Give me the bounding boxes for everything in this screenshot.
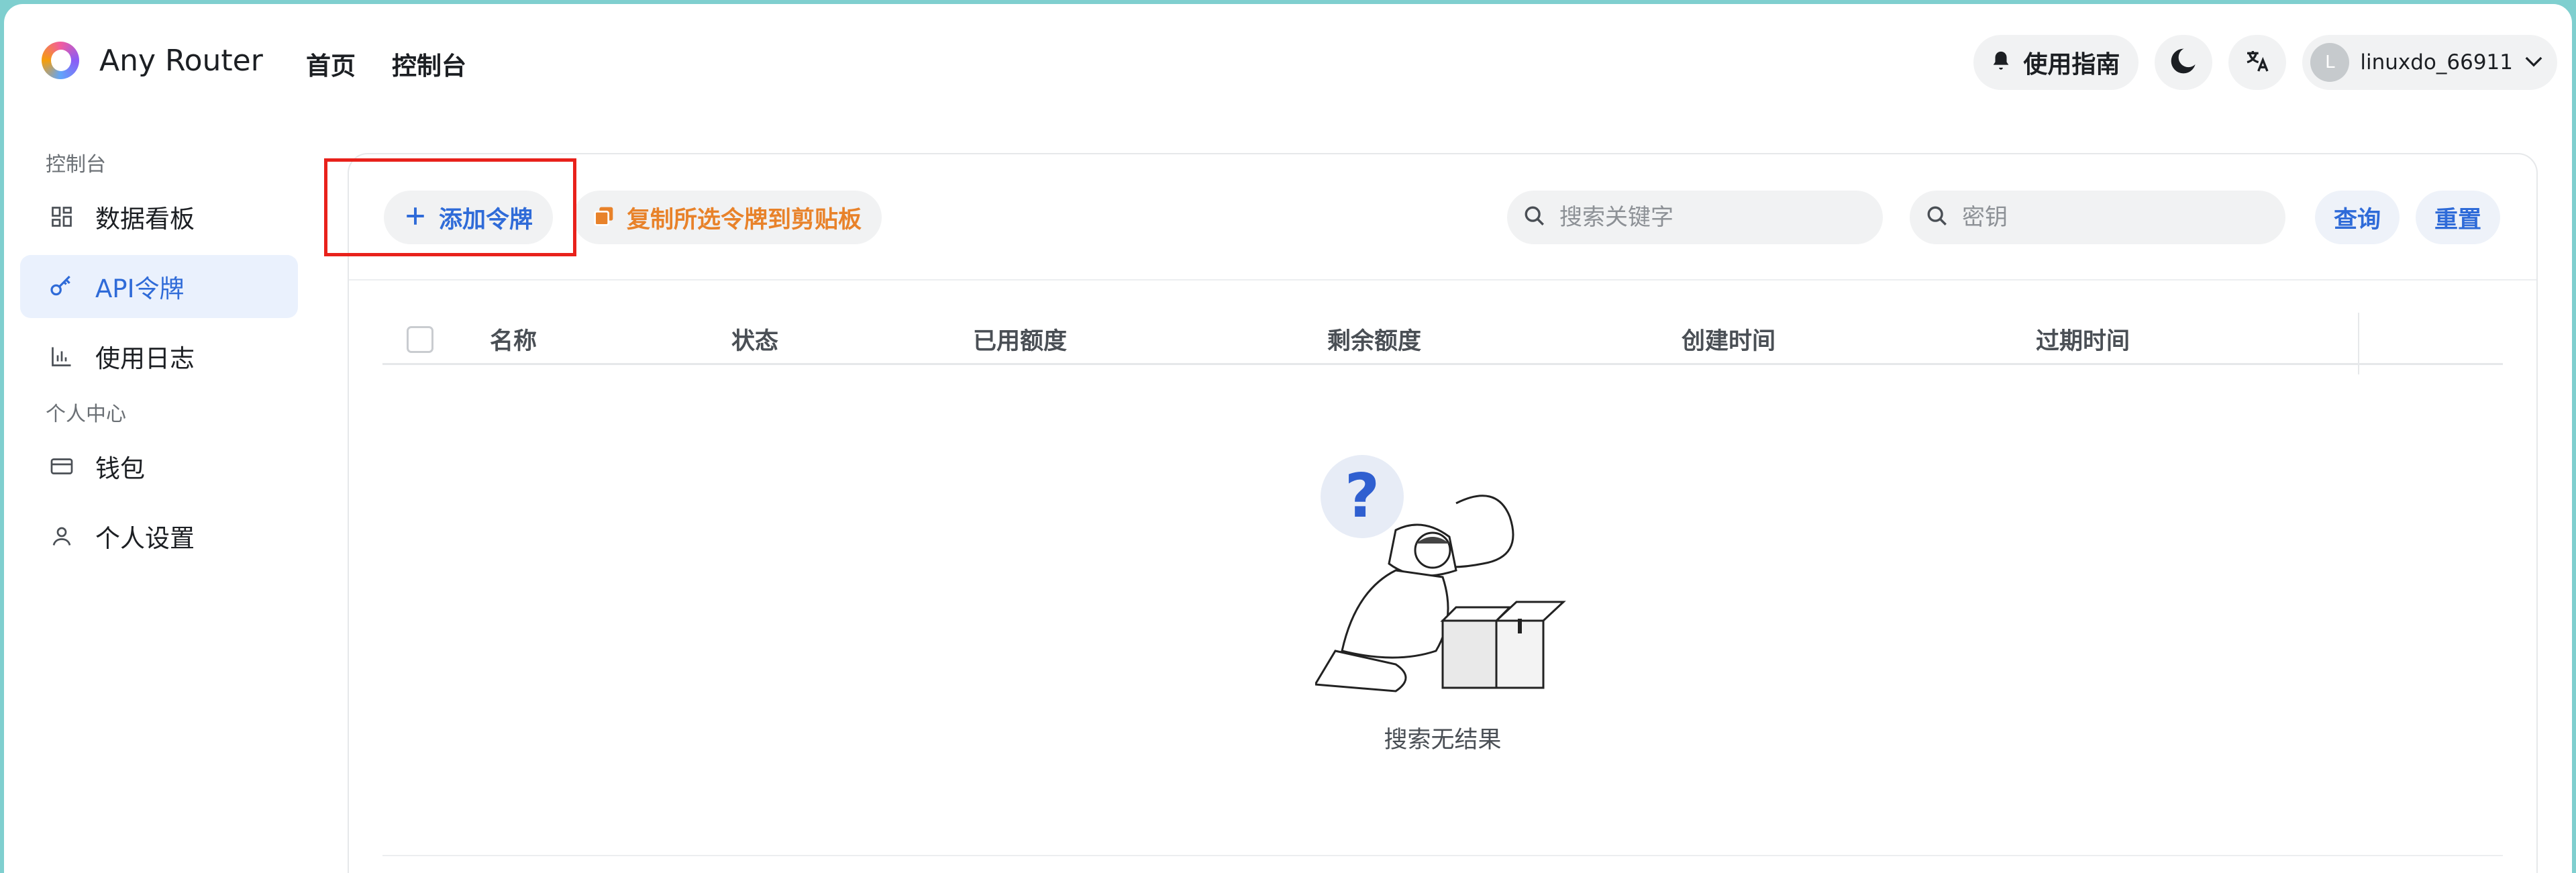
sidebar-item-label: API令牌 (95, 274, 185, 303)
search-keyword-field[interactable] (1507, 191, 1883, 244)
table-header: 名称 状态 已用额度 剩余额度 创建时间 过期时间 (382, 315, 2503, 365)
key-search-field[interactable] (1910, 191, 2285, 244)
reset-button[interactable]: 重置 (2416, 191, 2501, 244)
column-header-status[interactable]: 状态 (731, 322, 778, 356)
column-header-created-time[interactable]: 创建时间 (1682, 322, 1775, 356)
table-footer-divider (382, 855, 2503, 856)
user-menu-button[interactable]: L linuxdo_66911 (2302, 35, 2557, 90)
column-header-name[interactable]: 名称 (490, 322, 537, 356)
column-header-remaining-quota[interactable]: 剩余额度 (1327, 322, 1421, 356)
svg-text:?: ? (1345, 461, 1380, 531)
user-icon (48, 523, 75, 550)
chart-icon (48, 343, 75, 370)
empty-illustration: ? (1313, 450, 1570, 701)
moon-icon (2169, 46, 2199, 79)
select-all-checkbox[interactable] (407, 325, 433, 353)
guide-button[interactable]: 使用指南 (1973, 35, 2139, 90)
add-token-label: 添加令牌 (439, 206, 533, 234)
tokens-card: 添加令牌 复制所选令牌到剪贴板 查询 (348, 153, 2538, 873)
wallet-icon (48, 453, 75, 480)
sidebar-item-label: 使用日志 (95, 344, 195, 373)
sidebar-item-api-tokens[interactable]: API令牌 (20, 255, 298, 318)
bell-icon (1990, 49, 2012, 76)
translate-icon (2244, 48, 2271, 77)
sidebar-section-console: 控制台 (46, 153, 106, 176)
column-divider (2358, 313, 2359, 374)
brand[interactable]: Any Router (42, 42, 263, 79)
nav-item-home[interactable]: 首页 (306, 46, 356, 82)
plus-icon (404, 205, 427, 230)
search-icon (1926, 205, 1949, 230)
sidebar-item-label: 数据看板 (95, 205, 195, 234)
dashboard-icon (48, 203, 75, 230)
nav-item-console[interactable]: 控制台 (392, 46, 466, 82)
top-nav: 首页 控制台 (306, 46, 466, 82)
top-header: Any Router 首页 控制台 使用指南 L linuxdo_66911 (4, 4, 2572, 118)
sidebar-item-label: 钱包 (95, 454, 145, 483)
header-actions: 使用指南 L linuxdo_66911 (1973, 35, 2557, 90)
copy-selected-label: 复制所选令牌到剪贴板 (627, 206, 862, 234)
language-button[interactable] (2228, 35, 2287, 90)
sidebar-item-wallet[interactable]: 钱包 (20, 435, 298, 498)
sidebar: 控制台 数据看板 API令牌 使用日志 个人中心 钱包 个人设置 (4, 145, 313, 574)
reset-label: 重置 (2434, 206, 2482, 234)
toolbar: 添加令牌 复制所选令牌到剪贴板 查询 (349, 154, 2536, 280)
user-name: linuxdo_66911 (2360, 50, 2513, 74)
sidebar-item-settings[interactable]: 个人设置 (20, 505, 298, 568)
column-header-expire-time[interactable]: 过期时间 (2036, 322, 2130, 356)
sidebar-section-personal: 个人中心 (46, 403, 126, 426)
empty-state-text: 搜索无结果 (1384, 727, 1502, 754)
sidebar-item-dashboard[interactable]: 数据看板 (20, 185, 298, 248)
copy-selected-button[interactable]: 复制所选令牌到剪贴板 (573, 191, 882, 244)
key-search-input[interactable] (1962, 204, 2269, 231)
avatar: L (2310, 43, 2350, 82)
key-icon (48, 273, 75, 300)
theme-toggle-button[interactable] (2155, 35, 2213, 90)
copy-icon (593, 205, 615, 229)
app-window: Any Router 首页 控制台 使用指南 L linuxdo_66911 控… (4, 4, 2572, 873)
sidebar-item-label: 个人设置 (95, 524, 195, 553)
sidebar-item-usage-log[interactable]: 使用日志 (20, 325, 298, 388)
chevron-down-icon (2524, 54, 2544, 70)
logo-icon (42, 42, 79, 79)
guide-label: 使用指南 (2023, 51, 2120, 79)
search-icon (1523, 205, 1546, 230)
app-title: Any Router (99, 43, 263, 78)
column-header-used-quota[interactable]: 已用额度 (973, 322, 1067, 356)
query-label: 查询 (2334, 206, 2381, 234)
empty-state: ? 搜索无结果 (349, 450, 2536, 755)
query-button[interactable]: 查询 (2315, 191, 2400, 244)
search-keyword-input[interactable] (1559, 204, 1867, 231)
add-token-button[interactable]: 添加令牌 (384, 191, 554, 244)
